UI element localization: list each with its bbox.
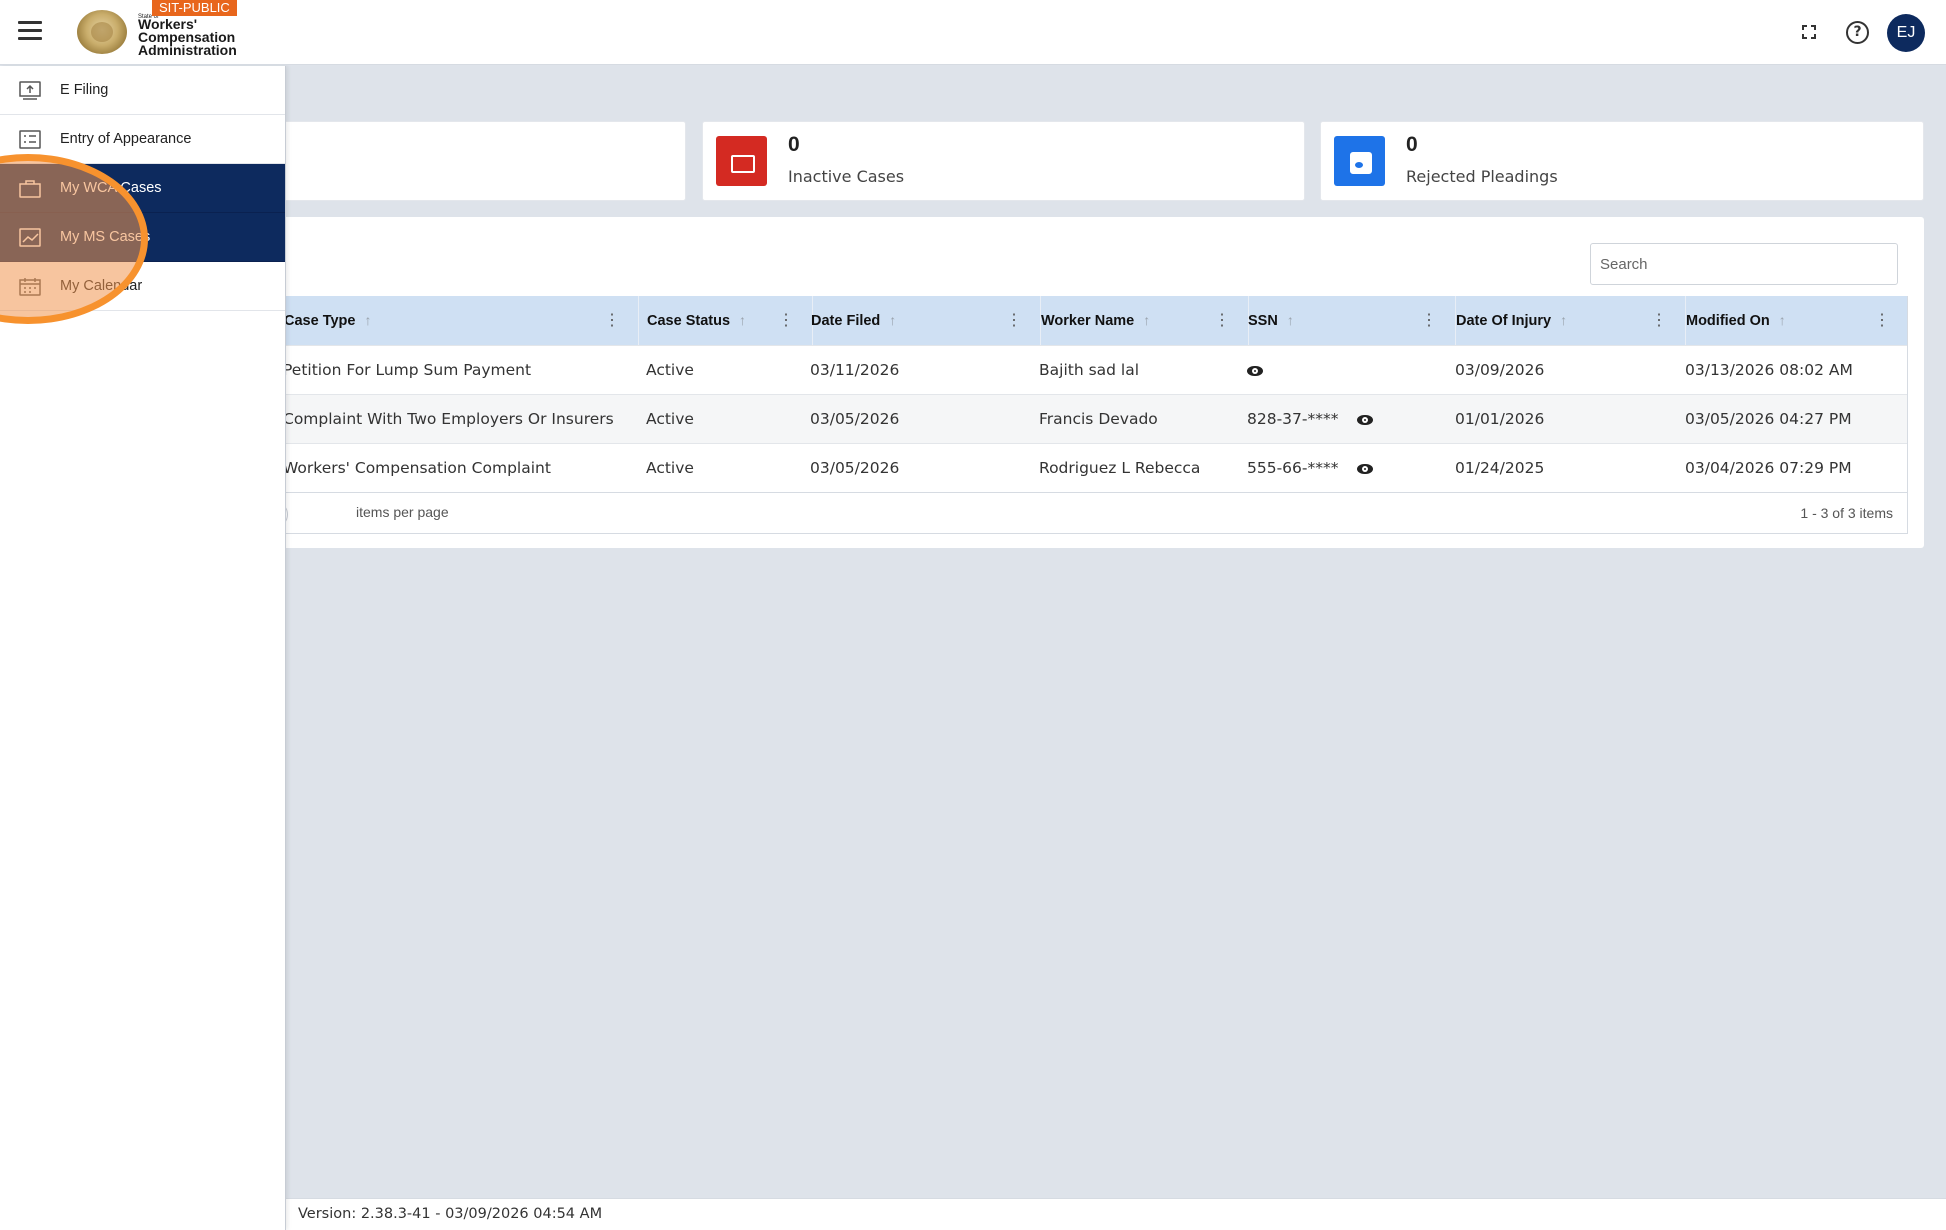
cell-ssn: 828-37-****: [1247, 395, 1373, 443]
cell-worker-name: Francis Devado: [1039, 410, 1158, 428]
document-chart-icon: [19, 228, 41, 247]
search-input[interactable]: [1590, 243, 1898, 285]
pager-range-label: 1 - 3 of 3 items: [1800, 505, 1893, 521]
sort-arrow-icon[interactable]: ↑: [739, 312, 746, 328]
column-menu-icon[interactable]: ⋮: [778, 296, 794, 345]
environment-badge: SIT-PUBLIC: [152, 0, 237, 16]
app-logo-text: State of Workers' Compensation Administr…: [138, 14, 237, 58]
logo-line-3: Administration: [138, 42, 237, 58]
cell-modified-on: 03/04/2026 07:29 PM: [1685, 459, 1852, 477]
column-menu-icon[interactable]: ⋮: [1006, 296, 1022, 345]
sort-arrow-icon[interactable]: ↑: [889, 312, 896, 328]
sidebar-item-e-filing[interactable]: E Filing: [0, 66, 285, 115]
state-seal-logo: [77, 10, 127, 54]
cell-case-status: Active: [646, 459, 694, 477]
cases-table: Case Type ↑ ⋮ Case Status ↑ ⋮ Date Filed ↑ ⋮ W…: [224, 296, 1908, 534]
column-menu-icon[interactable]: ⋮: [1874, 296, 1890, 345]
cell-ssn: [1247, 346, 1263, 394]
cell-date-filed: 03/05/2026: [810, 459, 900, 477]
fullscreen-icon[interactable]: [1797, 20, 1821, 44]
sidebar-menu: E Filing Entry of Appearance My WCA Case…: [0, 66, 286, 1230]
column-menu-icon[interactable]: ⋮: [1421, 296, 1437, 345]
form-list-icon: [19, 130, 41, 149]
cell-date-of-injury: 01/24/2025: [1455, 459, 1545, 477]
inactive-cases-label: Inactive Cases: [788, 167, 905, 186]
summary-card-active: [230, 121, 686, 201]
summary-card-rejected-pleadings[interactable]: 0 Rejected Pleadings: [1320, 121, 1924, 201]
column-header-case-type[interactable]: Case Type ↑ ⋮: [284, 296, 639, 345]
sidebar-item-label: My Calendar: [60, 278, 143, 294]
cases-grid-panel: Case Type ↑ ⋮ Case Status ↑ ⋮ Date Filed ↑ ⋮ W…: [224, 217, 1924, 548]
column-header-label: Date Filed: [811, 313, 881, 329]
calendar-icon: [19, 278, 41, 296]
version-footer: Version: 2.38.3-41 - 03/09/2026 04:54 AM: [286, 1198, 1946, 1230]
summary-card-inactive-cases[interactable]: 0 Inactive Cases: [702, 121, 1305, 201]
top-bar: State of Workers' Compensation Administr…: [0, 0, 1946, 65]
cell-modified-on: 03/13/2026 08:02 AM: [1685, 361, 1853, 379]
cell-worker-name: Rodriguez L Rebecca: [1039, 459, 1201, 477]
column-header-date-of-injury[interactable]: Date Of Injury ↑ ⋮: [1456, 296, 1686, 345]
column-header-case-status[interactable]: Case Status ↑ ⋮: [647, 296, 813, 345]
cell-ssn: 555-66-****: [1247, 444, 1373, 492]
table-row[interactable]: Complaint With Two Employers Or Insurers…: [230, 394, 1907, 443]
cell-date-filed: 03/05/2026: [810, 410, 900, 428]
cell-case-type: Workers' Compensation Complaint: [283, 459, 551, 477]
sidebar-item-label: My WCA Cases: [60, 180, 162, 196]
cell-case-type: Petition For Lump Sum Payment: [283, 361, 532, 379]
column-header-label: Worker Name: [1041, 313, 1135, 329]
sidebar-item-label: My MS Cases: [60, 229, 151, 245]
cell-case-type: Complaint With Two Employers Or Insurers: [283, 410, 614, 428]
column-header-modified-on[interactable]: Modified On ↑ ⋮: [1686, 296, 1908, 345]
cell-date-of-injury: 03/09/2026: [1455, 361, 1545, 379]
sort-arrow-icon[interactable]: ↑: [364, 312, 371, 328]
user-avatar[interactable]: EJ: [1887, 14, 1925, 52]
sidebar-item-label: Entry of Appearance: [60, 131, 192, 147]
sort-arrow-icon[interactable]: ↑: [1143, 312, 1150, 328]
rejected-pleadings-label: Rejected Pleadings: [1406, 167, 1558, 186]
sort-arrow-icon[interactable]: ↑: [1779, 312, 1786, 328]
column-menu-icon[interactable]: ⋮: [1651, 296, 1667, 345]
column-header-label: Modified On: [1686, 313, 1770, 329]
briefcase-icon: [19, 180, 41, 198]
cell-case-status: Active: [646, 361, 694, 379]
cell-case-status: Active: [646, 410, 694, 428]
sidebar-item-label: E Filing: [60, 82, 109, 98]
column-header-worker-name[interactable]: Worker Name ↑ ⋮: [1041, 296, 1249, 345]
table-header-row: Case Type ↑ ⋮ Case Status ↑ ⋮ Date Filed ↑ ⋮ W…: [230, 296, 1907, 345]
ssn-value: 828-37-****: [1247, 410, 1339, 428]
cell-date-filed: 03/11/2026: [810, 361, 900, 379]
column-header-label: SSN: [1248, 313, 1278, 329]
sidebar-item-entry-of-appearance[interactable]: Entry of Appearance: [0, 115, 285, 164]
sidebar-item-my-calendar[interactable]: My Calendar: [0, 262, 285, 311]
column-menu-icon[interactable]: ⋮: [1214, 296, 1230, 345]
column-header-date-filed[interactable]: Date Filed ↑ ⋮: [811, 296, 1041, 345]
column-header-ssn[interactable]: SSN ↑ ⋮: [1248, 296, 1456, 345]
eye-icon[interactable]: [1247, 365, 1263, 376]
hamburger-menu-icon[interactable]: [18, 21, 42, 41]
cell-date-of-injury: 01/01/2026: [1455, 410, 1545, 428]
column-menu-icon[interactable]: ⋮: [604, 296, 620, 345]
save-icon: [1334, 136, 1385, 186]
eye-icon[interactable]: [1356, 463, 1373, 474]
sort-arrow-icon[interactable]: ↑: [1560, 312, 1567, 328]
help-icon[interactable]: ?: [1846, 21, 1869, 44]
briefcase-icon: [716, 136, 767, 186]
sort-arrow-icon[interactable]: ↑: [1287, 312, 1294, 328]
table-pager: 5 ▼ items per page 1 - 3 of 3 items: [224, 492, 1907, 533]
rejected-pleadings-count: 0: [1406, 133, 1418, 156]
sidebar-item-my-wca-cases[interactable]: My WCA Cases: [0, 164, 285, 213]
column-header-label: Case Type: [284, 313, 356, 329]
column-header-label: Date Of Injury: [1456, 313, 1552, 329]
items-per-page-label: items per page: [356, 504, 449, 520]
cell-worker-name: Bajith sad lal: [1039, 361, 1140, 379]
cell-modified-on: 03/05/2026 04:27 PM: [1685, 410, 1852, 428]
table-row[interactable]: Petition For Lump Sum Payment Active 03/…: [230, 345, 1907, 394]
inactive-cases-count: 0: [788, 133, 800, 156]
eye-icon[interactable]: [1356, 414, 1373, 425]
upload-icon: [19, 81, 41, 100]
sidebar-item-my-ms-cases[interactable]: My MS Cases: [0, 213, 285, 262]
ssn-value: 555-66-****: [1247, 459, 1339, 477]
column-header-label: Case Status: [647, 313, 731, 329]
table-row[interactable]: Workers' Compensation Complaint Active 0…: [230, 443, 1907, 492]
